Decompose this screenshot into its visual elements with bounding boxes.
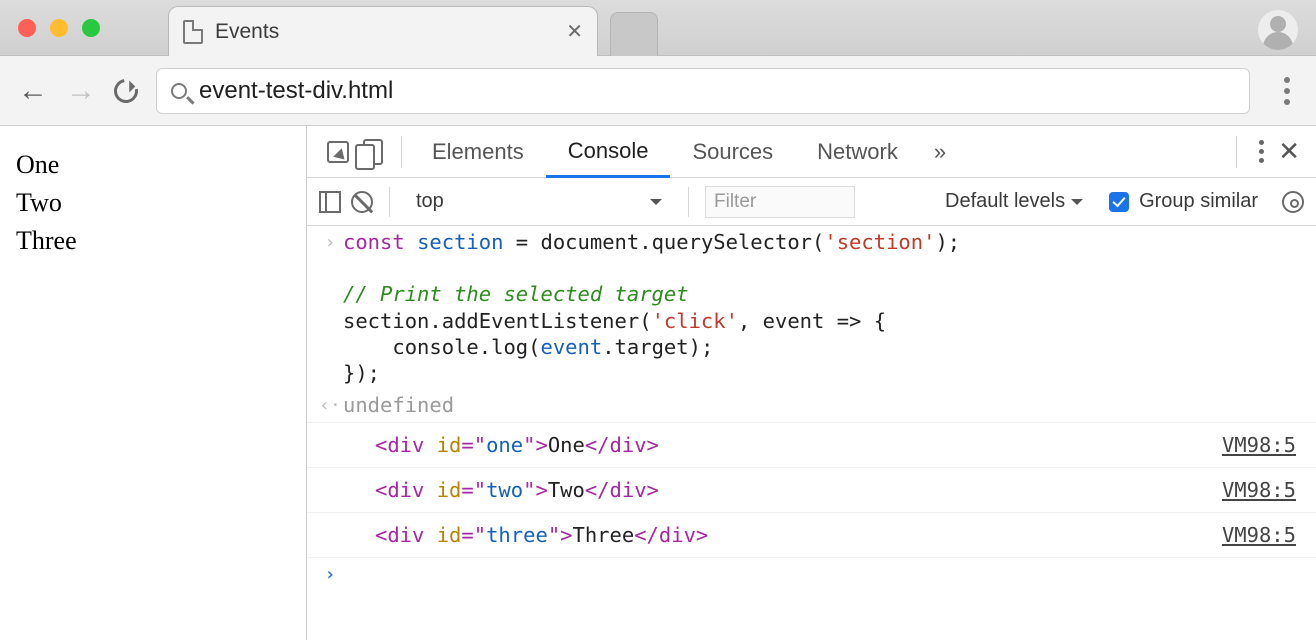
minimize-window-button[interactable]: [50, 19, 68, 37]
console-input-row: › const section = document.querySelector…: [307, 226, 1316, 389]
tab-sources[interactable]: Sources: [670, 126, 795, 178]
log-source-link[interactable]: VM98:5: [1222, 522, 1306, 548]
separator: [688, 187, 689, 217]
context-value: top: [416, 190, 444, 213]
page-item[interactable]: Three: [16, 222, 290, 260]
console-log-row: <div id="one">One</div> VM98:5: [307, 423, 1316, 468]
group-similar-toggle[interactable]: Group similar: [1109, 190, 1258, 213]
browser-tab[interactable]: Events ✕: [168, 6, 598, 56]
result-icon: ‹·: [317, 392, 343, 417]
forward-button[interactable]: →: [66, 74, 96, 108]
log-source-link[interactable]: VM98:5: [1222, 432, 1306, 458]
zoom-window-button[interactable]: [82, 19, 100, 37]
devtools-tabs: Elements Console Sources Network » ✕: [307, 126, 1316, 178]
console-log-row: <div id="three">Three</div> VM98:5: [307, 513, 1316, 558]
separator: [1236, 136, 1237, 168]
console-prompt-row[interactable]: ›: [307, 558, 1316, 589]
more-tabs-button[interactable]: »: [920, 139, 960, 165]
chevron-down-icon: [1071, 199, 1083, 211]
tab-strip: Events ✕: [0, 0, 1316, 56]
inspect-element-icon[interactable]: [327, 141, 349, 163]
reload-button[interactable]: [114, 79, 138, 103]
tab-title: Events: [215, 20, 279, 44]
console-toolbar: top Filter Default levels Group similar: [307, 178, 1316, 226]
log-source-link[interactable]: VM98:5: [1222, 477, 1306, 503]
devtools-menu-button[interactable]: [1259, 140, 1264, 163]
page-item[interactable]: Two: [16, 184, 290, 222]
console-filter-input[interactable]: Filter: [705, 186, 855, 218]
log-levels-select[interactable]: Default levels: [945, 190, 1083, 213]
close-window-button[interactable]: [18, 19, 36, 37]
page-item[interactable]: One: [16, 146, 290, 184]
address-bar[interactable]: event-test-div.html: [156, 68, 1250, 114]
devtools-panel: Elements Console Sources Network » ✕ top…: [306, 126, 1316, 640]
prompt-icon: ›: [317, 561, 343, 586]
new-tab-button[interactable]: [610, 12, 658, 56]
tab-elements[interactable]: Elements: [410, 126, 546, 178]
levels-label: Default levels: [945, 190, 1065, 213]
console-sidebar-toggle[interactable]: [319, 191, 341, 213]
tab-console[interactable]: Console: [546, 126, 671, 178]
close-devtools-button[interactable]: ✕: [1278, 136, 1300, 167]
separator: [389, 187, 390, 217]
window-controls: [18, 19, 100, 37]
tab-network[interactable]: Network: [795, 126, 920, 178]
file-icon: [183, 20, 203, 44]
url-text: event-test-div.html: [199, 77, 393, 105]
console-log-value[interactable]: <div id="two">Two</div>: [317, 477, 659, 503]
checkbox-checked-icon: [1109, 192, 1129, 212]
chevron-down-icon: [650, 199, 662, 211]
console-settings-button[interactable]: [1282, 191, 1304, 213]
page-content: One Two Three: [0, 126, 306, 640]
console-input-code[interactable]: const section = document.querySelector('…: [343, 229, 960, 386]
console-log-row: <div id="two">Two</div> VM98:5: [307, 468, 1316, 513]
search-icon: [171, 83, 187, 99]
group-similar-label: Group similar: [1139, 190, 1258, 213]
console-output: › const section = document.querySelector…: [307, 226, 1316, 640]
execution-context-select[interactable]: top: [406, 186, 672, 218]
device-toolbar-icon[interactable]: [363, 139, 383, 165]
reload-icon: [109, 74, 142, 107]
clear-console-button[interactable]: [351, 191, 373, 213]
console-log-value[interactable]: <div id="one">One</div>: [317, 432, 659, 458]
browser-toolbar: ← → event-test-div.html: [0, 56, 1316, 126]
prompt-icon: ›: [317, 229, 343, 254]
back-button[interactable]: ←: [18, 74, 48, 108]
separator: [401, 136, 402, 168]
browser-menu-button[interactable]: [1276, 77, 1298, 105]
console-log-value[interactable]: <div id="three">Three</div>: [317, 522, 708, 548]
close-tab-icon[interactable]: ✕: [566, 19, 583, 44]
console-result-row: ‹· undefined: [307, 389, 1316, 422]
console-result-value: undefined: [343, 392, 454, 418]
profile-avatar[interactable]: [1258, 10, 1298, 50]
